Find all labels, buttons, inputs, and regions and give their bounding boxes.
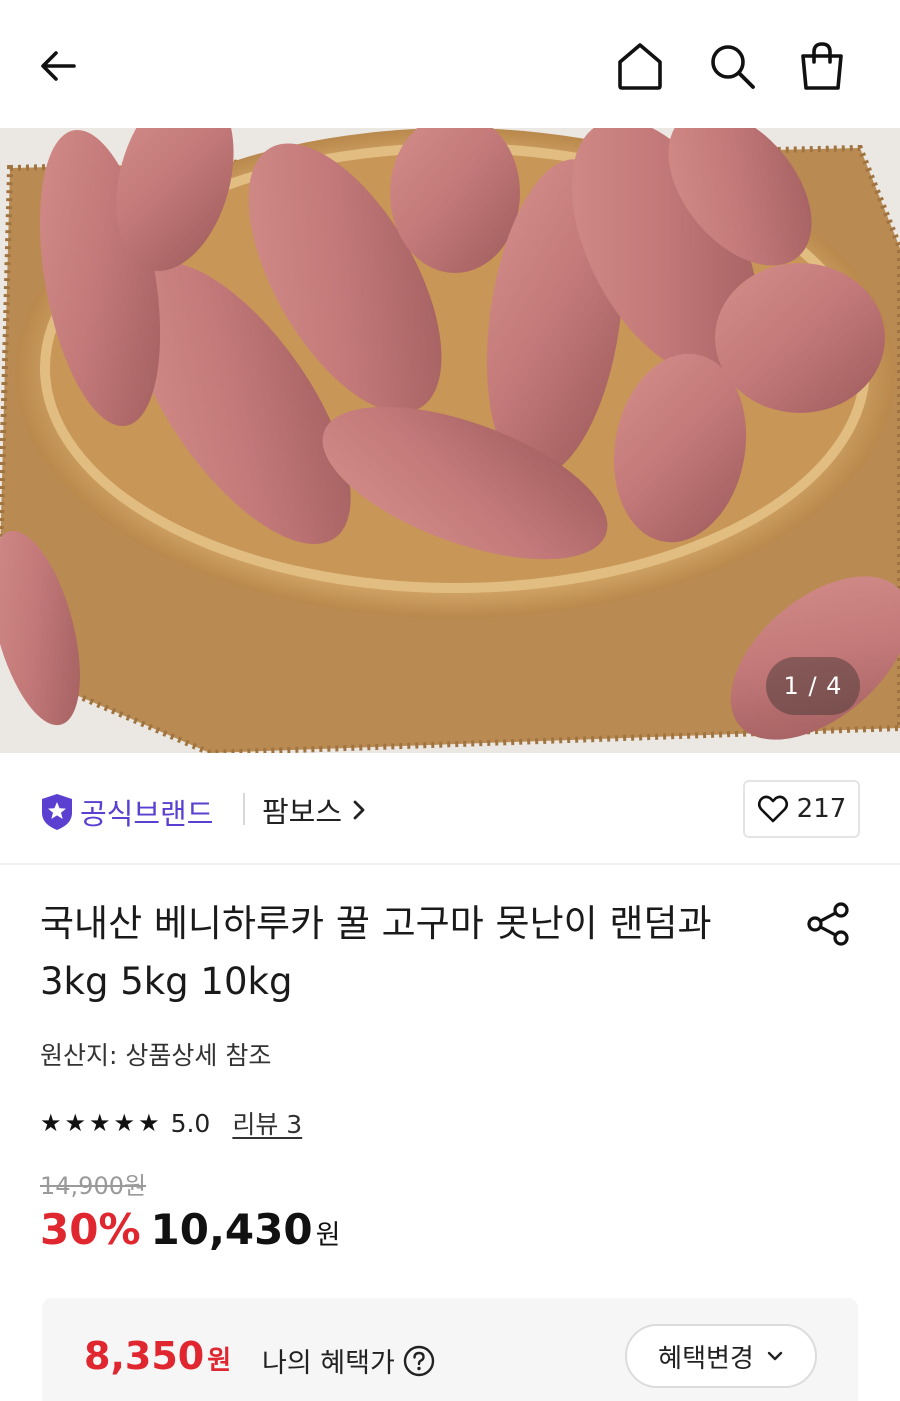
benefit-change-label: 혜택변경	[658, 1343, 754, 1374]
top-bar	[0, 0, 900, 128]
benefit-price-value: 8,350	[84, 1334, 205, 1378]
cart-button[interactable]	[792, 36, 852, 96]
seller-link[interactable]: 팜보스	[262, 789, 366, 831]
chevron-down-icon	[767, 1351, 783, 1361]
product-image-gallery[interactable]: 1 / 4	[0, 128, 900, 753]
sale-price: 10,430	[150, 1205, 313, 1254]
price-row: 30% 10,430 원	[40, 1205, 340, 1254]
benefit-price: 8,350 원	[84, 1334, 231, 1378]
arrow-left-icon	[41, 51, 76, 81]
seller-name: 팜보스	[262, 795, 343, 829]
shopping-bag-icon	[801, 42, 843, 90]
search-icon	[711, 45, 755, 89]
home-button[interactable]	[610, 36, 670, 96]
question-circle-icon[interactable]	[403, 1345, 435, 1377]
image-counter: 1 / 4	[766, 657, 860, 715]
discount-rate: 30%	[40, 1205, 141, 1254]
back-button[interactable]	[28, 36, 88, 96]
share-button[interactable]	[800, 896, 856, 952]
official-brand-label: 공식브랜드	[80, 797, 214, 831]
review-link[interactable]: 리뷰 3	[232, 1105, 302, 1141]
rating-row: ★ ★ ★ ★ ★ 5.0 리뷰 3	[40, 1103, 302, 1143]
like-button[interactable]: 217	[743, 780, 860, 838]
star-rating: ★ ★ ★ ★ ★	[40, 1109, 163, 1137]
brand-row: 공식브랜드 팜보스 217	[0, 753, 900, 865]
star-icon: ★	[113, 1109, 136, 1137]
star-icon: ★	[64, 1109, 87, 1137]
official-brand-badge: 공식브랜드	[40, 791, 213, 833]
star-icon: ★	[138, 1109, 160, 1137]
benefit-change-button[interactable]: 혜택변경	[625, 1324, 817, 1388]
origin-info: 원산지: 상품상세 참조	[40, 1041, 272, 1070]
search-button[interactable]	[702, 36, 762, 96]
benefit-label: 나의 혜택가	[262, 1348, 395, 1379]
home-icon	[618, 43, 662, 90]
star-icon: ★	[89, 1109, 111, 1137]
product-title-line1: 국내산 베니하루카 꿀 고구마 못난이 랜덤과	[40, 902, 712, 945]
original-price: 14,900원	[40, 1172, 147, 1200]
product-photo	[0, 128, 900, 753]
like-count: 217	[796, 794, 847, 824]
heart-icon	[757, 795, 788, 823]
divider	[243, 793, 245, 825]
product-title: 국내산 베니하루카 꿀 고구마 못난이 랜덤과 3kg 5kg 10kg	[40, 895, 770, 1011]
benefit-currency: 원	[207, 1346, 232, 1376]
star-icon: ★	[40, 1109, 62, 1137]
benefit-label-group: 나의 혜택가	[262, 1341, 435, 1380]
benefit-price-box: 8,350 원 나의 혜택가 혜택변경	[42, 1298, 858, 1401]
product-title-line2: 3kg 5kg 10kg	[40, 960, 293, 1003]
shield-star-icon	[42, 794, 72, 830]
currency-label: 원	[315, 1220, 341, 1251]
share-icon	[807, 902, 849, 946]
chevron-right-icon	[353, 800, 365, 820]
rating-score: 5.0	[170, 1108, 211, 1138]
